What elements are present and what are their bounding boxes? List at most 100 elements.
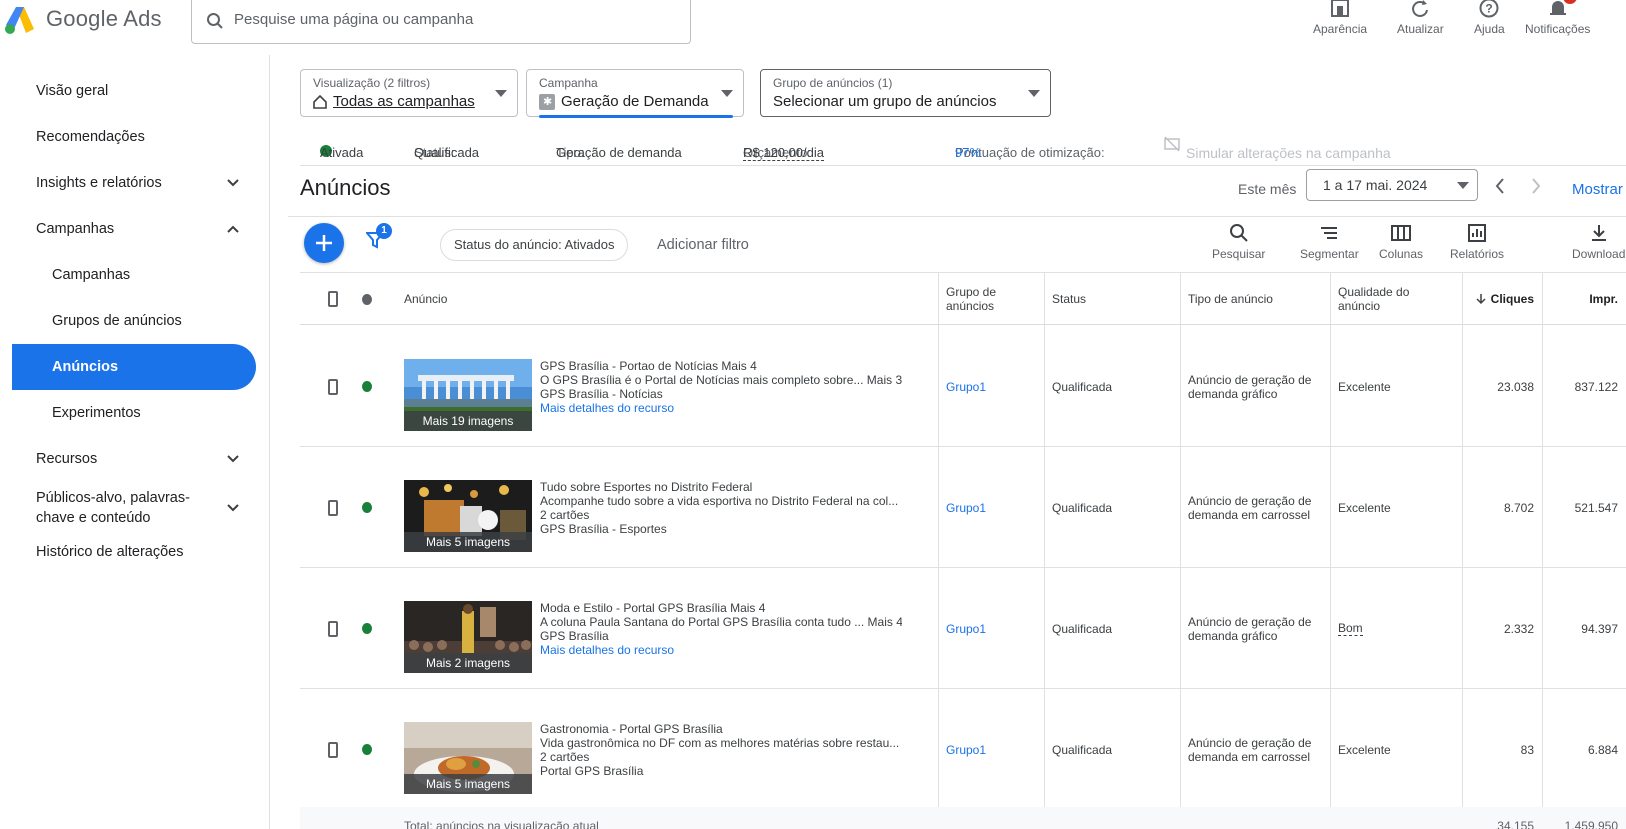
optimization-value[interactable]: 97% [955,145,981,160]
search-tool-label: Pesquisar [1212,247,1266,261]
ad-thumbnail[interactable]: Mais 2 imagens [404,601,532,673]
date-range-selector[interactable]: 1 a 17 mai. 2024 [1306,169,1478,201]
ad-status: Qualificada [1052,500,1113,515]
download-button[interactable]: Download [1572,223,1625,261]
simulate-changes-button[interactable]: Simular alterações na campanha [1164,136,1391,161]
sidebar-item-label: Campanhas [52,267,131,283]
ad-headline[interactable]: GPS Brasília - Portao de Notícias Mais 4 [540,359,902,373]
google-ads-logo[interactable] [4,4,36,36]
sidebar-item-campaigns[interactable]: Campanhas [12,252,256,298]
ad-headline[interactable]: Moda e Estilo - Portal GPS Brasília Mais… [540,601,902,615]
column-header-impressions[interactable]: Impr. [1542,273,1626,325]
status-filter-dot[interactable] [362,293,372,305]
ad-type: Anúncio de geração de demanda gráfico [1188,372,1312,401]
show-link[interactable]: Mostrar [1572,181,1623,198]
help-button[interactable]: ? Ajuda [1474,0,1505,36]
search-input[interactable] [234,7,674,31]
sidebar-item-experiments[interactable]: Experimentos [12,390,256,436]
row-status-cell [354,689,380,810]
sidebar-item-ads[interactable]: Anúncios [12,344,256,390]
adgroup-link[interactable]: Grupo1 [938,447,1044,568]
column-header-ad[interactable]: Anúncio [396,273,936,325]
ad-headline[interactable]: Tudo sobre Esportes no Distrito Federal [540,480,902,494]
ad-quality: Excelente [1338,500,1391,515]
view-selector[interactable]: Visualização (2 filtros) Todas as campan… [300,69,518,117]
sidebar-item-adgroups[interactable]: Grupos de anúncios [12,298,256,344]
ad-text: Moda e Estilo - Portal GPS Brasília Mais… [540,601,902,657]
enabled-status-dot[interactable] [362,381,372,392]
enabled-status-dot[interactable] [362,623,372,634]
enabled-status-dot[interactable] [362,744,372,755]
ad-thumbnail[interactable]: Mais 5 imagens [404,722,532,794]
column-header-clicks[interactable]: Cliques [1462,273,1542,325]
ads-table: Anúncio Grupo de anúncios Status Tipo de… [300,273,1626,829]
search-tool-button[interactable]: Pesquisar [1212,223,1265,261]
columns-button[interactable]: Colunas [1379,223,1423,261]
impressions-value: 521.547 [1574,500,1618,515]
sidebar-item-campaigns-group[interactable]: Campanhas [12,206,256,252]
dropdown-arrow-icon [1028,90,1040,97]
sidebar-item-label: Histórico de alterações [36,544,184,560]
column-header-type[interactable]: Tipo de anúncio [1180,273,1330,325]
search-box[interactable] [191,0,691,44]
campaign-selector[interactable]: Campanha ✱ Geração de Demanda [526,69,744,118]
date-preset-label: Este mês [1238,181,1297,197]
refresh-button[interactable]: Atualizar [1397,0,1444,36]
next-period-icon[interactable] [1530,177,1542,195]
row-checkbox[interactable] [328,378,338,395]
sidebar-item-change-history[interactable]: Histórico de alterações [12,529,256,575]
impressions-value: 6.884 [1587,742,1618,757]
ad-business-name: Portal GPS Brasília [540,764,644,778]
ad-cards-count: 2 cartões [540,508,590,522]
sidebar-item-insights[interactable]: Insights e relatórios [12,160,256,206]
select-all-checkbox[interactable] [328,291,338,307]
plus-icon [316,235,332,251]
adgroup-selector[interactable]: Grupo de anúncios (1) Selecionar um grup… [760,69,1051,117]
previous-period-icon[interactable] [1494,177,1506,195]
download-label: Download [1572,247,1626,261]
column-header-adgroup[interactable]: Grupo de anúncios [938,273,1044,325]
add-filter-button[interactable]: Adicionar filtro [657,237,749,253]
adgroup-link[interactable]: Grupo1 [938,326,1044,447]
column-header-quality[interactable]: Qualidade do anúncio [1330,273,1462,325]
column-header-status[interactable]: Status [1044,273,1180,325]
enabled-status-dot[interactable] [362,502,372,513]
sidebar: Visão geral Recomendações Insights e rel… [0,55,270,829]
ad-quality[interactable]: Bom [1338,621,1363,636]
row-checkbox[interactable] [328,741,338,758]
budget-value[interactable]: R$ 120,00/dia [743,145,824,161]
sidebar-item-overview[interactable]: Visão geral [12,68,256,114]
segment-button[interactable]: Segmentar [1300,223,1359,261]
home-icon [313,94,327,109]
campaign-selector-label: Campanha [539,76,598,90]
sidebar-item-recommendations[interactable]: Recomendações [12,114,256,160]
sidebar-item-label: Recursos [36,451,98,467]
ad-business-name: GPS Brasília [540,629,609,643]
sidebar-item-label: Grupos de anúncios [52,313,182,329]
notifications-button[interactable]: Notificações [1525,0,1590,36]
row-checkbox[interactable] [328,499,338,516]
adgroup-link[interactable]: Grupo1 [938,568,1044,689]
more-images-caption: Mais 5 imagens [404,774,532,794]
chevron-down-icon [227,179,239,187]
help-icon: ? [1479,0,1499,18]
ad-headline[interactable]: Gastronomia - Portal GPS Brasília [540,722,902,736]
impressions-value: 837.122 [1574,379,1618,394]
row-checkbox[interactable] [328,620,338,637]
row-checkbox-cell [320,447,346,568]
table-total-row: Total: anúncios na visualização atual 34… [300,807,1626,829]
add-ad-button[interactable] [304,223,344,263]
appearance-button[interactable]: Aparência [1313,0,1367,36]
ad-thumbnail[interactable]: Mais 5 imagens [404,480,532,552]
reports-button[interactable]: Relatórios [1450,223,1504,261]
status-filter-chip[interactable]: Status do anúncio: Ativados [440,229,629,261]
sidebar-item-label: Experimentos [52,405,141,421]
asset-details-link[interactable]: Mais detalhes do recurso [540,643,902,657]
adgroup-link[interactable]: Grupo1 [938,689,1044,810]
asset-details-link[interactable]: Mais detalhes do recurso [540,401,902,415]
sidebar-item-label: Anúncios [52,359,119,375]
simulate-label: Simular alterações na campanha [1186,145,1391,161]
ad-thumbnail[interactable]: Mais 19 imagens [404,359,532,431]
sidebar-item-assets[interactable]: Recursos [12,436,256,482]
sidebar-item-audiences[interactable]: Públicos-alvo, palavras-chave e conteúdo [12,482,256,534]
